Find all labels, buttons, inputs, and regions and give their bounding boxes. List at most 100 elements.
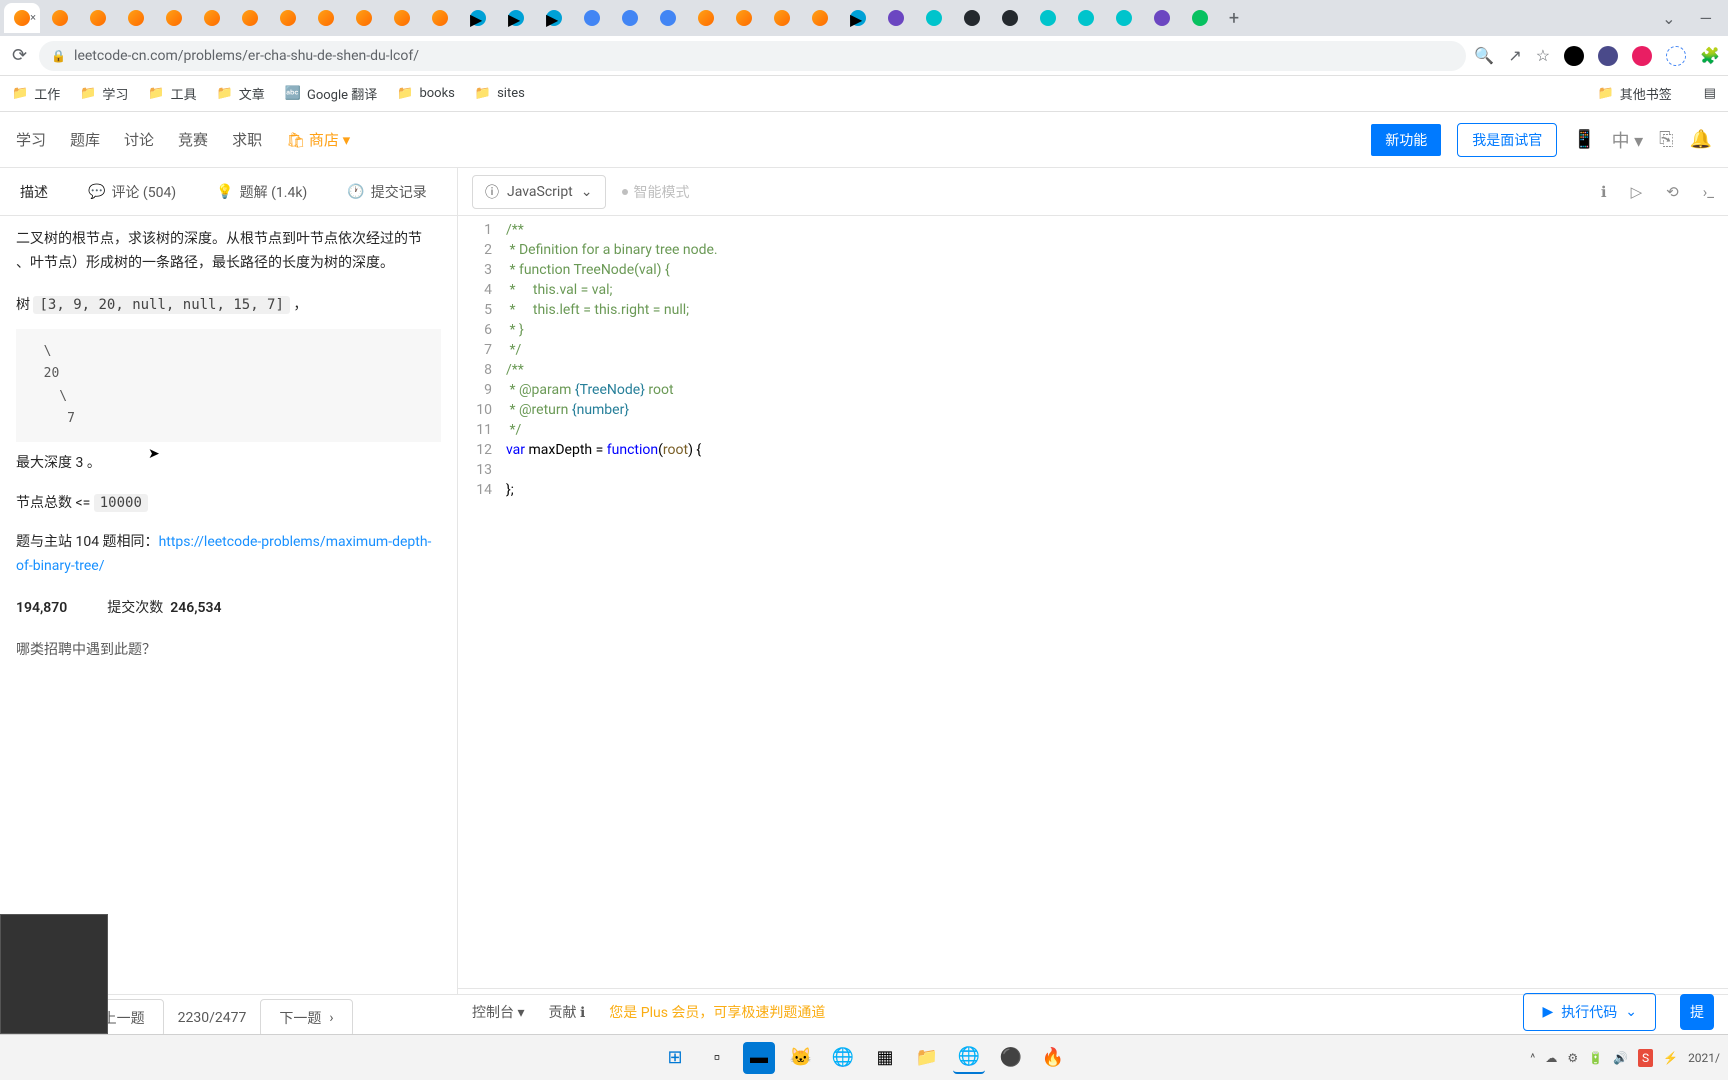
code-content[interactable]: /** * Definition for a binary tree node.… <box>506 216 1728 994</box>
url-input[interactable]: 🔒 leetcode-cn.com/problems/er-cha-shu-de… <box>39 41 1466 71</box>
start-button[interactable]: ⊞ <box>659 1042 691 1074</box>
taskbar-app[interactable]: 🔥 <box>1037 1042 1069 1074</box>
browser-tab[interactable] <box>194 3 230 33</box>
tab-comments[interactable]: 💬 评论 (504) <box>68 168 196 215</box>
extensions-icon[interactable]: 🧩 <box>1700 46 1720 65</box>
share-icon[interactable]: ↗ <box>1508 46 1521 65</box>
browser-tab[interactable] <box>232 3 268 33</box>
language-selector[interactable]: ⓘ JavaScript ⌄ <box>472 175 606 209</box>
browser-tab[interactable] <box>80 3 116 33</box>
bookmark-folder[interactable]: 📁工作 <box>12 84 60 103</box>
taskbar-app[interactable]: ▬ <box>743 1042 775 1074</box>
zoom-icon[interactable]: 🔍 <box>1474 46 1494 65</box>
interviewer-button[interactable]: 我是面试官 <box>1457 123 1557 157</box>
browser-tab[interactable] <box>726 3 762 33</box>
browser-tab[interactable] <box>1144 3 1180 33</box>
reload-icon[interactable]: ⟳ <box>8 41 31 70</box>
bookmark-item[interactable]: 🔤Google 翻译 <box>285 84 377 103</box>
browser-tab[interactable] <box>1106 3 1142 33</box>
browser-tab[interactable] <box>954 3 990 33</box>
chrome-app[interactable]: 🌐 <box>827 1042 859 1074</box>
smart-mode-toggle[interactable]: 智能模式 <box>622 182 690 202</box>
browser-tab[interactable]: ▶ <box>460 3 496 33</box>
browser-tab[interactable] <box>916 3 952 33</box>
extension-icon[interactable] <box>1564 46 1584 66</box>
tray-chevron-icon[interactable]: ^ <box>1530 1051 1535 1065</box>
chevron-down-icon[interactable]: ⌄ <box>1662 9 1675 28</box>
browser-tab[interactable] <box>118 3 154 33</box>
other-bookmarks[interactable]: 📁其他书签 <box>1598 84 1672 103</box>
extension-icon[interactable] <box>1666 46 1686 66</box>
ime-icon[interactable]: S <box>1638 1049 1653 1067</box>
submit-button[interactable]: 提 <box>1680 994 1714 1030</box>
playground-icon[interactable]: ⎘ <box>1659 129 1673 150</box>
browser-tab[interactable] <box>1068 3 1104 33</box>
browser-tab[interactable] <box>270 3 306 33</box>
reading-list-icon[interactable]: ▤ <box>1704 86 1716 101</box>
next-problem-button[interactable]: 下一题 › <box>260 999 352 1037</box>
run-code-button[interactable]: ▶ 执行代码 ⌄ <box>1523 993 1656 1031</box>
browser-tab[interactable]: ▶ <box>498 3 534 33</box>
browser-tab[interactable] <box>422 3 458 33</box>
browser-tab[interactable] <box>384 3 420 33</box>
browser-tab[interactable] <box>574 3 610 33</box>
nav-contest[interactable]: 竞赛 <box>178 129 208 150</box>
bookmark-folder[interactable]: 📁books <box>397 86 455 101</box>
tray-icon[interactable]: ☁ <box>1545 1051 1557 1065</box>
taskbar-app[interactable]: 🐱 <box>785 1042 817 1074</box>
browser-tab[interactable]: ▶ <box>536 3 572 33</box>
tab-submissions[interactable]: 🕐 提交记录 <box>327 168 446 215</box>
browser-tab[interactable] <box>156 3 192 33</box>
reset-icon[interactable]: ⟲ <box>1666 183 1679 201</box>
taskbar-app[interactable]: ▫ <box>701 1042 733 1074</box>
info-icon[interactable]: ℹ <box>1601 183 1607 201</box>
nav-jobs[interactable]: 求职 <box>232 129 262 150</box>
tray-icon[interactable]: 🔋 <box>1588 1051 1603 1065</box>
clock[interactable]: 2021/ <box>1688 1051 1720 1065</box>
terminal-icon[interactable]: ›_ <box>1703 183 1714 201</box>
star-icon[interactable]: ☆ <box>1536 46 1550 65</box>
nav-learn[interactable]: 学习 <box>16 129 46 150</box>
browser-tab[interactable] <box>1182 3 1218 33</box>
browser-tab[interactable] <box>612 3 648 33</box>
tab-solutions[interactable]: 💡 题解 (1.4k) <box>196 168 327 215</box>
bell-icon[interactable]: 🔔 <box>1690 129 1712 150</box>
browser-tab[interactable] <box>878 3 914 33</box>
nav-shop[interactable]: 🛍 商店 ▾ <box>286 129 350 150</box>
browser-tab[interactable] <box>764 3 800 33</box>
bookmark-folder[interactable]: 📁文章 <box>217 84 265 103</box>
obs-app[interactable]: ⚫ <box>995 1042 1027 1074</box>
extension-icon[interactable] <box>1598 46 1618 66</box>
tray-icon[interactable]: 🔊 <box>1613 1051 1628 1065</box>
bookmark-folder[interactable]: 📁工具 <box>148 84 196 103</box>
console-toggle[interactable]: 控制台 ▾ <box>472 1002 525 1022</box>
mobile-icon[interactable]: 📱 <box>1573 129 1595 150</box>
code-editor[interactable]: 1234567891011121314 /** * Definition for… <box>458 216 1728 994</box>
extension-icon[interactable] <box>1632 46 1652 66</box>
browser-tab[interactable] <box>308 3 344 33</box>
browser-tab[interactable] <box>1030 3 1066 33</box>
tray-icon[interactable]: ⚡ <box>1663 1051 1678 1065</box>
run-icon[interactable]: ▷ <box>1631 183 1643 201</box>
contribute-link[interactable]: 贡献 ℹ <box>549 1002 586 1022</box>
new-feature-badge[interactable]: 新功能 <box>1371 124 1441 156</box>
tray-icon[interactable]: ⚙ <box>1567 1051 1578 1065</box>
browser-tab[interactable] <box>992 3 1028 33</box>
browser-tab[interactable] <box>802 3 838 33</box>
chrome-app-active[interactable]: 🌐 <box>953 1042 985 1074</box>
bookmark-folder[interactable]: 📁学习 <box>80 84 128 103</box>
language-toggle[interactable]: 中 ▾ <box>1612 127 1644 153</box>
minimize-icon[interactable]: — <box>1700 9 1713 28</box>
browser-tab[interactable] <box>650 3 686 33</box>
taskbar-app[interactable]: ▦ <box>869 1042 901 1074</box>
explorer-app[interactable]: 📁 <box>911 1042 943 1074</box>
browser-tab[interactable] <box>346 3 382 33</box>
tab-description[interactable]: 描述 <box>0 168 68 215</box>
browser-tab[interactable] <box>42 3 78 33</box>
close-icon[interactable]: × <box>30 11 36 24</box>
browser-tab[interactable] <box>688 3 724 33</box>
nav-problems[interactable]: 题库 <box>70 129 100 150</box>
browser-tab[interactable]: ▶ <box>840 3 876 33</box>
new-tab-button[interactable]: + <box>1220 8 1248 29</box>
nav-discuss[interactable]: 讨论 <box>124 129 154 150</box>
